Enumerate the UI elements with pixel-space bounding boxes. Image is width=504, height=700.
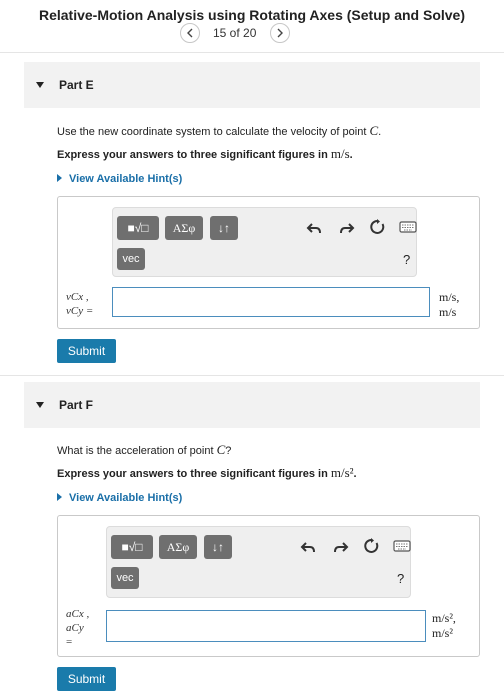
answer-input[interactable]: [112, 287, 430, 317]
part-f-instruction: Express your answers to three significan…: [57, 465, 357, 480]
part-f-answer-box: ■√□ ΑΣφ ↓↑ vec ? aCx , aCy = m/s², m/s²: [57, 515, 480, 657]
variable-label: vCx , vCy =: [66, 291, 94, 317]
page-title: Relative-Motion Analysis using Rotating …: [38, 7, 466, 23]
part-f-submit-button[interactable]: Submit: [57, 667, 116, 691]
answer-input[interactable]: [106, 610, 426, 642]
part-e-question: Use the new coordinate system to calcula…: [57, 123, 382, 138]
part-e-label: Part E: [59, 78, 94, 92]
part-e-hint-link[interactable]: View Available Hint(s): [57, 173, 182, 185]
chevron-left-icon: [187, 28, 193, 38]
part-f-label: Part F: [59, 398, 94, 412]
unit-label: m/s, m/s: [439, 290, 460, 319]
redo-icon[interactable]: [333, 539, 349, 555]
part-f-hint-link[interactable]: View Available Hint(s): [57, 492, 182, 504]
part-e-submit-button[interactable]: Submit: [57, 339, 116, 363]
section-divider: [0, 375, 504, 376]
pager-text: 15 of 20: [213, 26, 257, 40]
help-button[interactable]: ?: [403, 252, 410, 267]
reset-icon[interactable]: [364, 538, 380, 554]
unit-label: m/s², m/s²: [432, 611, 456, 640]
redo-icon[interactable]: [339, 220, 355, 236]
variable-label: aCx , aCy =: [66, 608, 90, 648]
greek-symbols-button[interactable]: ΑΣφ: [165, 216, 203, 240]
vec-button[interactable]: vec: [117, 248, 145, 270]
expand-triangle-icon: [57, 493, 62, 501]
part-f-header[interactable]: Part F: [24, 382, 480, 428]
math-toolbar: ■√□ ΑΣφ ↓↑ vec ?: [112, 207, 417, 277]
reset-icon[interactable]: [370, 219, 386, 235]
pager: 15 of 20: [180, 23, 294, 45]
vec-button[interactable]: vec: [111, 567, 139, 589]
expand-triangle-icon: [57, 174, 62, 182]
templates-button[interactable]: ■√□: [117, 216, 159, 240]
collapse-triangle-icon: [36, 402, 44, 408]
header-divider: [0, 52, 504, 53]
sort-button[interactable]: ↓↑: [204, 535, 232, 559]
previous-button[interactable]: [180, 23, 200, 43]
undo-icon[interactable]: [300, 539, 316, 555]
sort-button[interactable]: ↓↑: [210, 216, 238, 240]
templates-button[interactable]: ■√□: [111, 535, 153, 559]
chevron-right-icon: [277, 28, 283, 38]
keyboard-icon[interactable]: [393, 539, 411, 553]
part-e-instruction: Express your answers to three significan…: [57, 146, 353, 161]
part-e-answer-box: ■√□ ΑΣφ ↓↑ vec ? vCx , vCy = m/s, m/s: [57, 196, 480, 329]
help-button[interactable]: ?: [397, 571, 404, 586]
next-button[interactable]: [270, 23, 290, 43]
part-f-question: What is the acceleration of point C?: [57, 442, 232, 457]
part-e-header[interactable]: Part E: [24, 62, 480, 108]
undo-icon[interactable]: [306, 220, 322, 236]
math-toolbar: ■√□ ΑΣφ ↓↑ vec ?: [106, 526, 411, 598]
greek-symbols-button[interactable]: ΑΣφ: [159, 535, 197, 559]
keyboard-icon[interactable]: [399, 220, 417, 234]
collapse-triangle-icon: [36, 82, 44, 88]
